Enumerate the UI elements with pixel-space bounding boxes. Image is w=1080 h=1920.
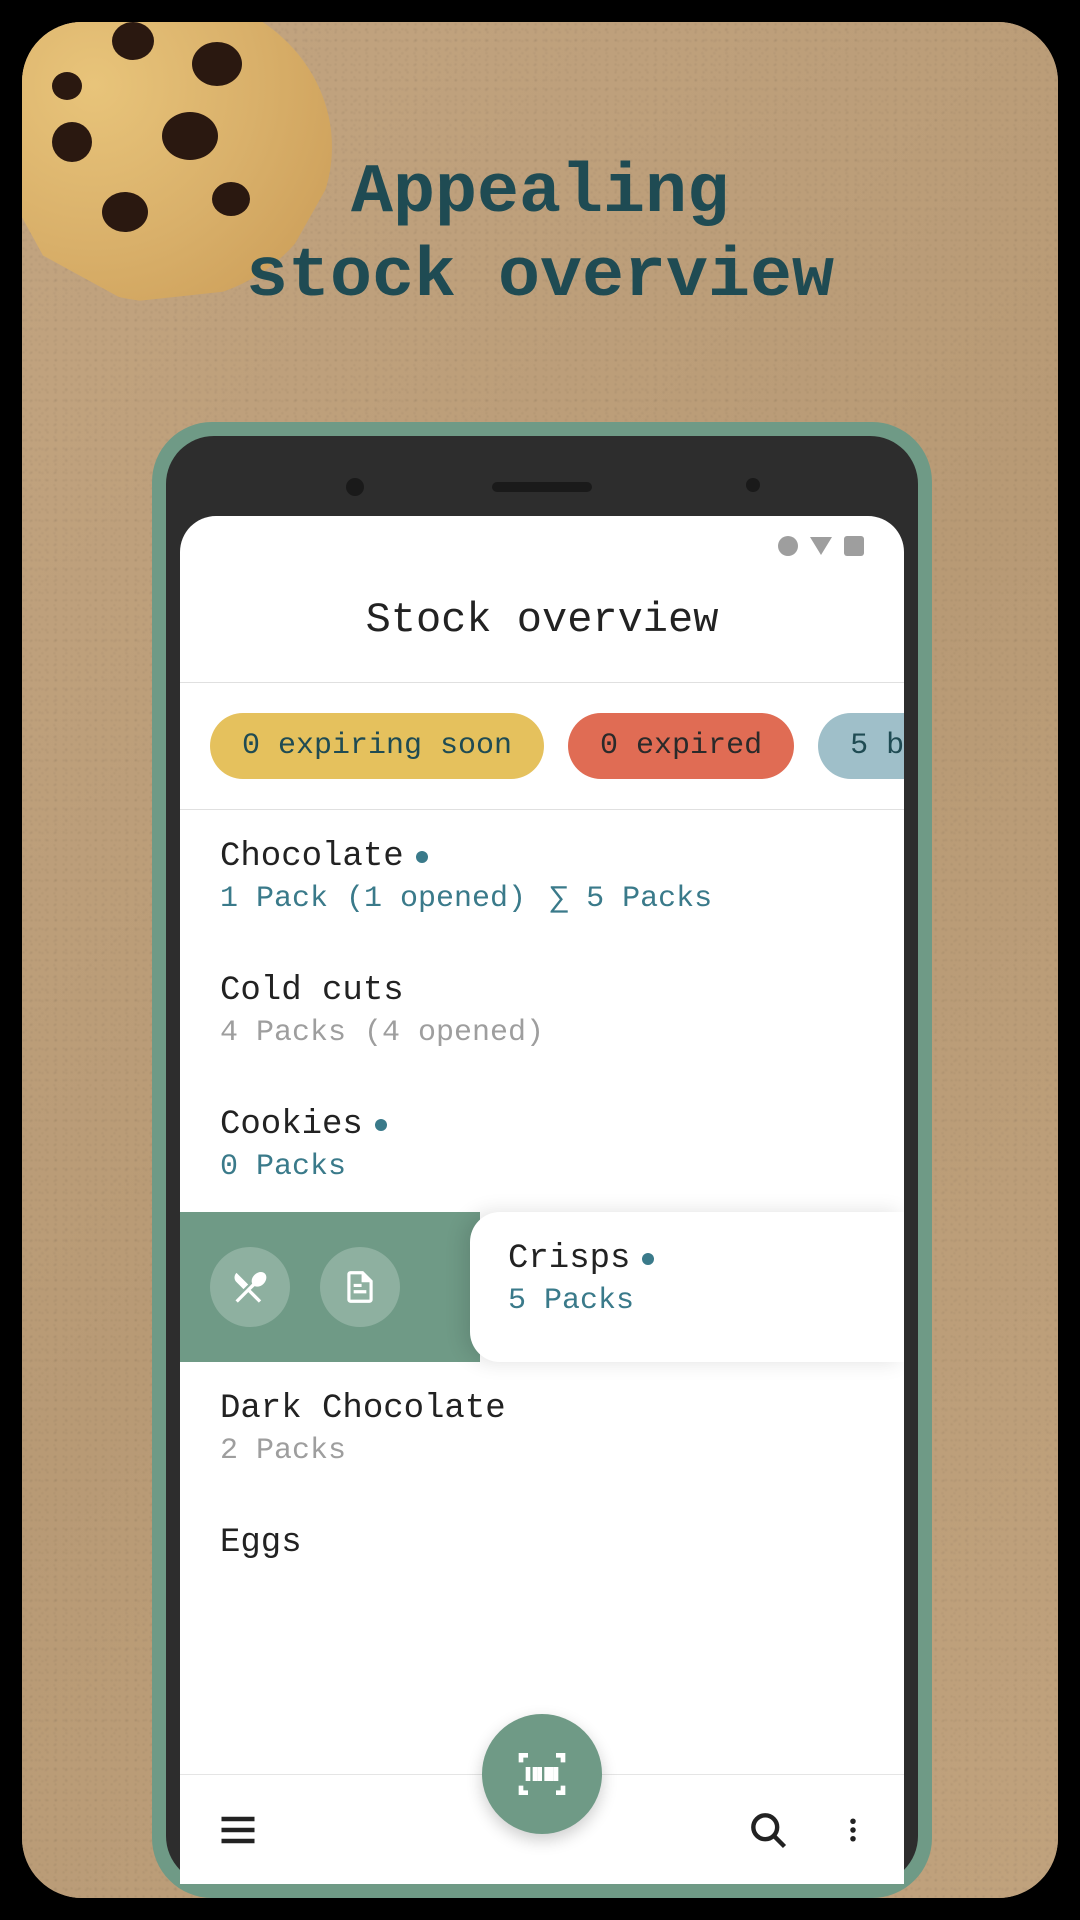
item-name: Eggs	[220, 1524, 864, 1562]
stock-list: Chocolate 1 Pack (1 opened) ∑ 5 Packs Co…	[180, 810, 904, 1578]
more-button[interactable]	[838, 1808, 868, 1852]
search-icon	[746, 1808, 790, 1852]
indicator-dot-icon	[375, 1119, 387, 1131]
item-subtitle: 0 Packs	[220, 1150, 864, 1184]
item-name: Chocolate	[220, 838, 864, 876]
barcode-scan-icon	[514, 1746, 570, 1802]
search-button[interactable]	[746, 1808, 790, 1852]
list-item[interactable]: Cold cuts 4 Packs (4 opened)	[180, 944, 904, 1078]
list-item-swiped[interactable]: Crisps 5 Packs	[180, 1212, 904, 1362]
indicator-dot-icon	[642, 1253, 654, 1265]
menu-button[interactable]	[216, 1808, 260, 1852]
app-screen: Stock overview 0 expiring soon 0 expired…	[180, 516, 904, 1884]
phone-mockup: Stock overview 0 expiring soon 0 expired…	[152, 422, 932, 1898]
chip-below-min[interactable]: 5 below min.	[818, 713, 904, 779]
filter-chips-row: 0 expiring soon 0 expired 5 below min.	[180, 683, 904, 809]
chip-expired[interactable]: 0 expired	[568, 713, 794, 779]
scan-fab[interactable]	[482, 1714, 602, 1834]
page-title: Stock overview	[180, 576, 904, 682]
item-subtitle: 2 Packs	[220, 1434, 864, 1468]
list-item[interactable]: Dark Chocolate 2 Packs	[180, 1362, 904, 1496]
list-item[interactable]: Chocolate 1 Pack (1 opened) ∑ 5 Packs	[180, 810, 904, 944]
document-icon	[341, 1268, 379, 1306]
status-bar	[180, 516, 904, 576]
item-name: Crisps	[508, 1240, 866, 1278]
item-subtitle: 1 Pack (1 opened) ∑ 5 Packs	[220, 882, 864, 916]
more-vert-icon	[838, 1808, 868, 1852]
item-name: Dark Chocolate	[220, 1390, 864, 1428]
swipe-actions	[180, 1212, 480, 1362]
list-item[interactable]: Eggs	[180, 1496, 904, 1578]
item-subtitle: 4 Packs (4 opened)	[220, 1016, 864, 1050]
status-dot-icon	[778, 536, 798, 556]
menu-icon	[216, 1808, 260, 1852]
item-subtitle	[220, 1568, 864, 1578]
chip-expiring-soon[interactable]: 0 expiring soon	[210, 713, 544, 779]
promo-headline: Appealing stock overview	[22, 152, 1058, 320]
item-name: Cold cuts	[220, 972, 864, 1010]
item-subtitle: 5 Packs	[508, 1284, 866, 1318]
fork-knife-icon	[230, 1267, 270, 1307]
status-triangle-icon	[810, 537, 832, 555]
status-square-icon	[844, 536, 864, 556]
consume-button[interactable]	[210, 1247, 290, 1327]
item-name: Cookies	[220, 1106, 864, 1144]
details-button[interactable]	[320, 1247, 400, 1327]
indicator-dot-icon	[416, 851, 428, 863]
list-item[interactable]: Cookies 0 Packs	[180, 1078, 904, 1212]
